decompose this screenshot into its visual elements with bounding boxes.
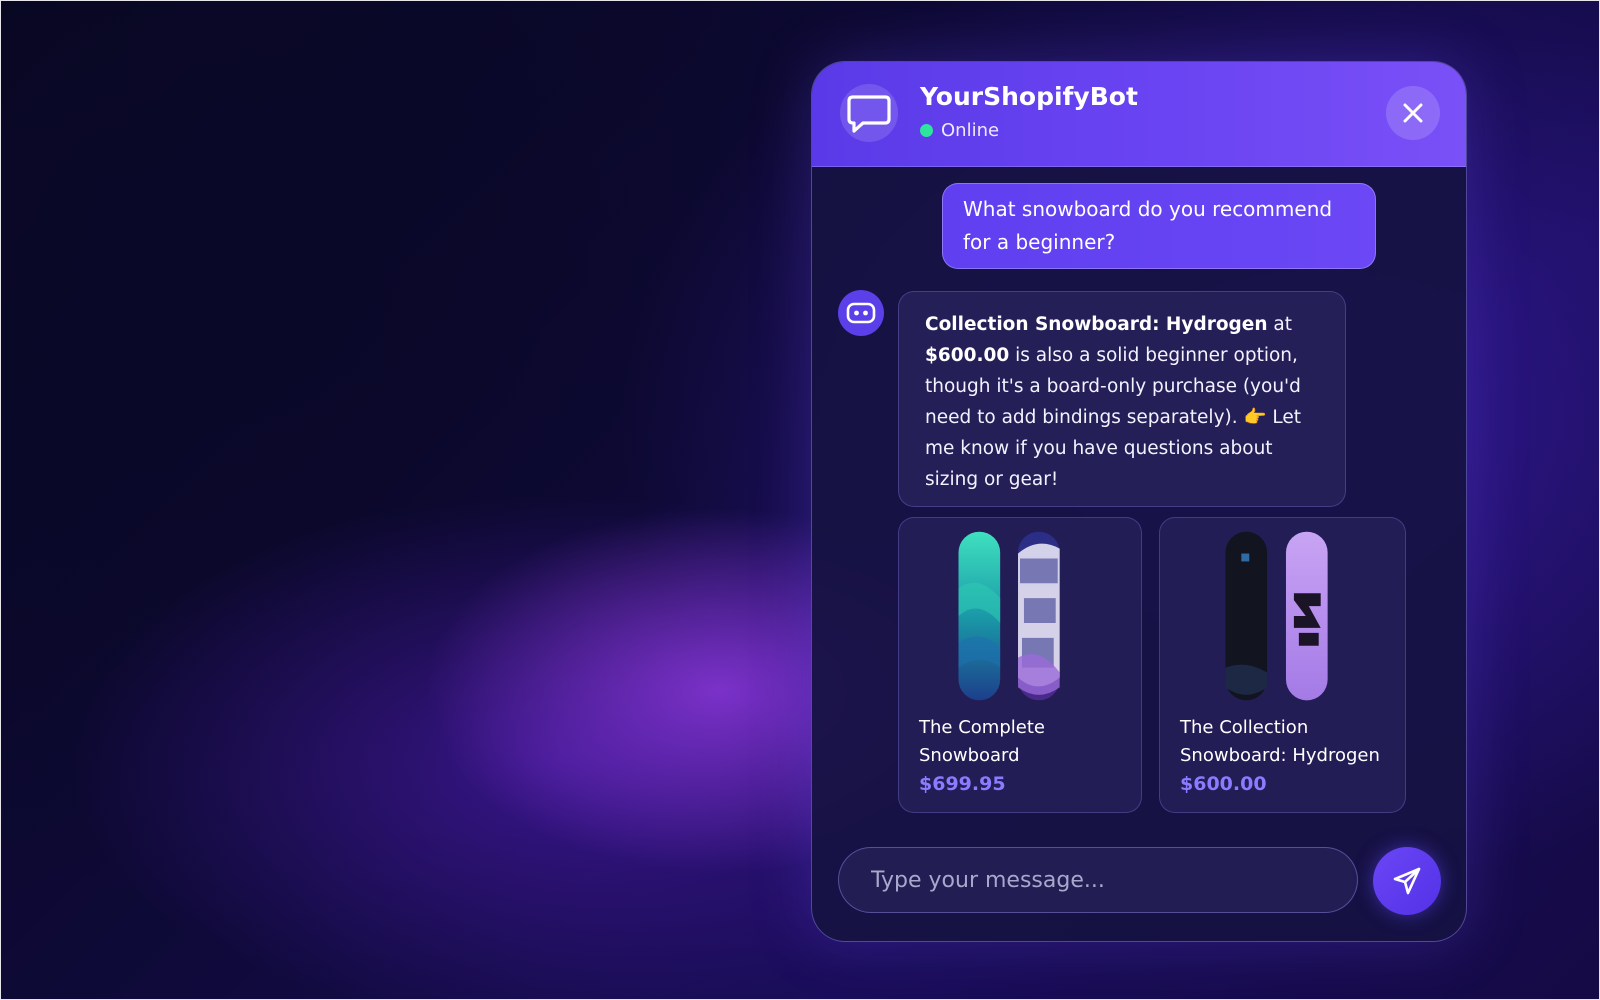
product-price: $600.00	[925, 345, 1010, 366]
send-icon	[1393, 867, 1421, 895]
snowboard-image	[958, 531, 1060, 701]
status-indicator: Online	[920, 120, 999, 141]
product-name: Collection Snowboard: Hydrogen	[925, 314, 1268, 335]
assistant-message: Collection Snowboard: Hydrogen at $600.0…	[898, 291, 1346, 507]
message-text: at	[1267, 314, 1292, 335]
product-price: $699.95	[919, 773, 1006, 795]
message-text: is also a solid beginner option, though …	[925, 345, 1302, 490]
snowboard-image	[1225, 531, 1328, 701]
message-input-wrapper	[838, 847, 1358, 913]
product-title: The Complete Snowboard	[919, 717, 1045, 766]
user-message-line: for a beginner?	[963, 230, 1116, 254]
user-message-line: What snowboard do you recommend	[963, 197, 1333, 221]
close-button[interactable]	[1386, 86, 1440, 140]
close-icon	[1403, 103, 1423, 123]
product-title: The Collection Snowboard: Hydrogen	[1180, 717, 1380, 766]
bot-name: YourShopifyBot	[920, 82, 1138, 111]
chat-widget: YourShopifyBot Online What snowboard do …	[811, 61, 1467, 942]
product-card[interactable]: The Complete Snowboard $699.95	[898, 517, 1142, 813]
send-button[interactable]	[1373, 847, 1441, 915]
chat-bubble-icon	[840, 84, 898, 142]
chat-header: YourShopifyBot Online	[812, 62, 1466, 167]
message-input[interactable]	[839, 848, 1357, 912]
online-dot	[920, 124, 933, 137]
status-text: Online	[941, 120, 1000, 141]
user-message: What snowboard do you recommend for a be…	[942, 183, 1376, 269]
product-card[interactable]: The Collection Snowboard: Hydrogen $600.…	[1159, 517, 1406, 813]
robot-icon	[838, 290, 884, 336]
product-price: $600.00	[1180, 773, 1267, 795]
